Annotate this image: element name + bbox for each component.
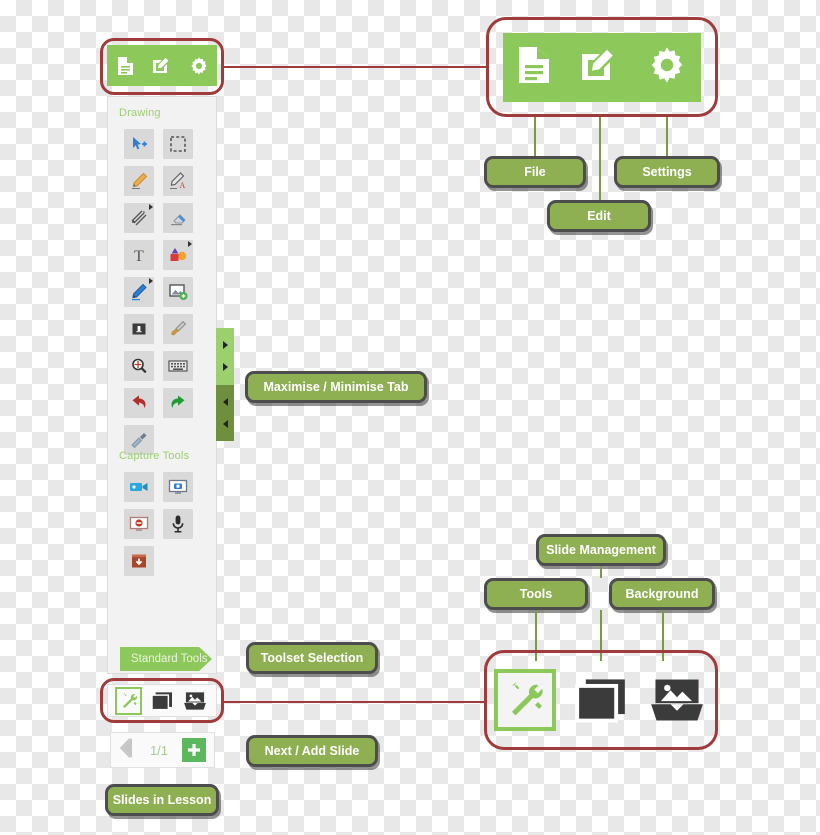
file-button-enlarged[interactable]	[517, 45, 551, 90]
insert-image-icon[interactable]	[163, 277, 193, 307]
add-slide-button[interactable]	[181, 738, 206, 762]
toolset-connector	[224, 701, 486, 703]
leader-settings	[666, 117, 668, 157]
background-image-icon	[651, 679, 703, 721]
top-toolbar-connector	[224, 66, 486, 68]
capture-tools-grid	[107, 466, 211, 576]
toolset-selection-row[interactable]	[107, 684, 217, 717]
screenshot-stage: Drawing A T Capture Tools Standard Tools…	[0, 0, 820, 835]
brush-icon[interactable]	[163, 314, 193, 344]
leader-file	[534, 117, 536, 157]
callout-file: File	[484, 156, 586, 188]
settings-button[interactable]	[183, 50, 215, 82]
capture-tools-section-label: Capture Tools	[119, 450, 190, 462]
leader-slide-management	[600, 566, 602, 578]
edit-pencil-icon	[153, 56, 171, 73]
chevron-left-icon	[222, 397, 228, 406]
callout-maximise-minimise: Maximise / Minimise Tab	[245, 371, 427, 403]
slide-counter: 1/1	[149, 742, 169, 758]
export-box-icon[interactable]	[124, 546, 154, 576]
flyout-arrow-icon	[149, 278, 153, 284]
callout-slides-in-lesson: Slides in Lesson	[105, 784, 219, 816]
toolset-item-background[interactable]	[182, 687, 209, 715]
plus-icon	[187, 744, 200, 756]
drawing-tools-grid: A T	[107, 123, 211, 455]
callout-settings: Settings	[614, 156, 720, 188]
shapes-icon[interactable]	[163, 240, 193, 270]
slide-navigation-bar[interactable]: 1/1	[110, 732, 215, 768]
document-icon	[117, 56, 133, 75]
keyboard-icon[interactable]	[163, 351, 193, 381]
file-button[interactable]	[109, 50, 141, 82]
callout-background: Background	[609, 578, 715, 610]
leader-edit	[599, 117, 601, 201]
pencil-icon[interactable]	[124, 166, 154, 196]
tools-wrench-icon	[511, 681, 543, 716]
chevron-left-icon	[222, 419, 228, 428]
flyout-arrow-icon	[149, 204, 153, 210]
file-edit-settings-toolbar[interactable]	[107, 45, 217, 86]
tools-wrench-icon	[122, 691, 137, 708]
previous-slide-button[interactable]	[119, 737, 136, 764]
callout-edit: Edit	[547, 200, 651, 232]
maximise-minimise-tab[interactable]	[216, 328, 234, 441]
top-toolbar-detail-box	[486, 17, 718, 117]
chevron-right-icon	[222, 341, 228, 350]
line-tool-icon[interactable]	[124, 203, 154, 233]
gear-icon	[651, 46, 682, 83]
file-edit-settings-toolbar-enlarged[interactable]	[503, 32, 701, 102]
stamp-icon[interactable]	[124, 314, 154, 344]
maximise-half[interactable]	[216, 328, 234, 385]
document-icon	[519, 46, 550, 83]
callout-next-add-slide: Next / Add Slide	[246, 735, 378, 767]
pen-icon[interactable]	[124, 277, 154, 307]
text-tool-icon[interactable]: T	[124, 240, 154, 270]
screenshot-icon[interactable]	[163, 472, 193, 502]
redo-icon[interactable]	[163, 388, 193, 418]
gear-icon	[191, 56, 207, 75]
microphone-icon[interactable]	[163, 509, 193, 539]
stop-record-icon[interactable]	[124, 509, 154, 539]
toolset-selection-row-enlarged[interactable]	[487, 653, 715, 747]
minimise-half[interactable]	[216, 384, 234, 441]
video-camera-icon[interactable]	[124, 472, 154, 502]
toolset-item-tools-enlarged[interactable]	[494, 669, 556, 731]
toolset-item-slide-management[interactable]	[148, 687, 175, 715]
background-image-icon	[184, 691, 207, 710]
edit-button[interactable]	[146, 50, 178, 82]
chevron-left-icon	[119, 738, 132, 757]
svg-text:T: T	[134, 248, 144, 264]
toolset-item-tools[interactable]	[115, 686, 143, 715]
toolset-item-background-enlarged[interactable]	[646, 669, 708, 731]
callout-toolset-selection: Toolset Selection	[246, 642, 378, 674]
cursor-select-add-icon[interactable]	[124, 129, 154, 159]
eraser-icon[interactable]	[163, 203, 193, 233]
flyout-arrow-icon	[188, 241, 192, 247]
undo-icon[interactable]	[124, 388, 154, 418]
magnifier-icon[interactable]	[124, 351, 154, 381]
callout-tools: Tools	[484, 578, 588, 610]
toolset-detail-box	[484, 650, 718, 750]
toolset-item-slide-management-enlarged[interactable]	[570, 669, 632, 731]
settings-button-enlarged[interactable]	[647, 45, 687, 90]
drawing-section-label: Drawing	[119, 107, 161, 119]
pencil-annotate-icon[interactable]: A	[163, 166, 193, 196]
callout-slide-management: Slide Management	[536, 534, 666, 566]
edit-button-enlarged[interactable]	[580, 46, 618, 89]
chevron-right-icon	[222, 363, 228, 372]
standard-tools-banner[interactable]: Standard Tools	[120, 647, 212, 671]
edit-pencil-icon	[581, 46, 616, 80]
marquee-select-icon[interactable]	[163, 129, 193, 159]
svg-text:A: A	[180, 181, 186, 190]
slide-management-icon	[575, 679, 625, 723]
slide-management-icon	[151, 691, 173, 710]
